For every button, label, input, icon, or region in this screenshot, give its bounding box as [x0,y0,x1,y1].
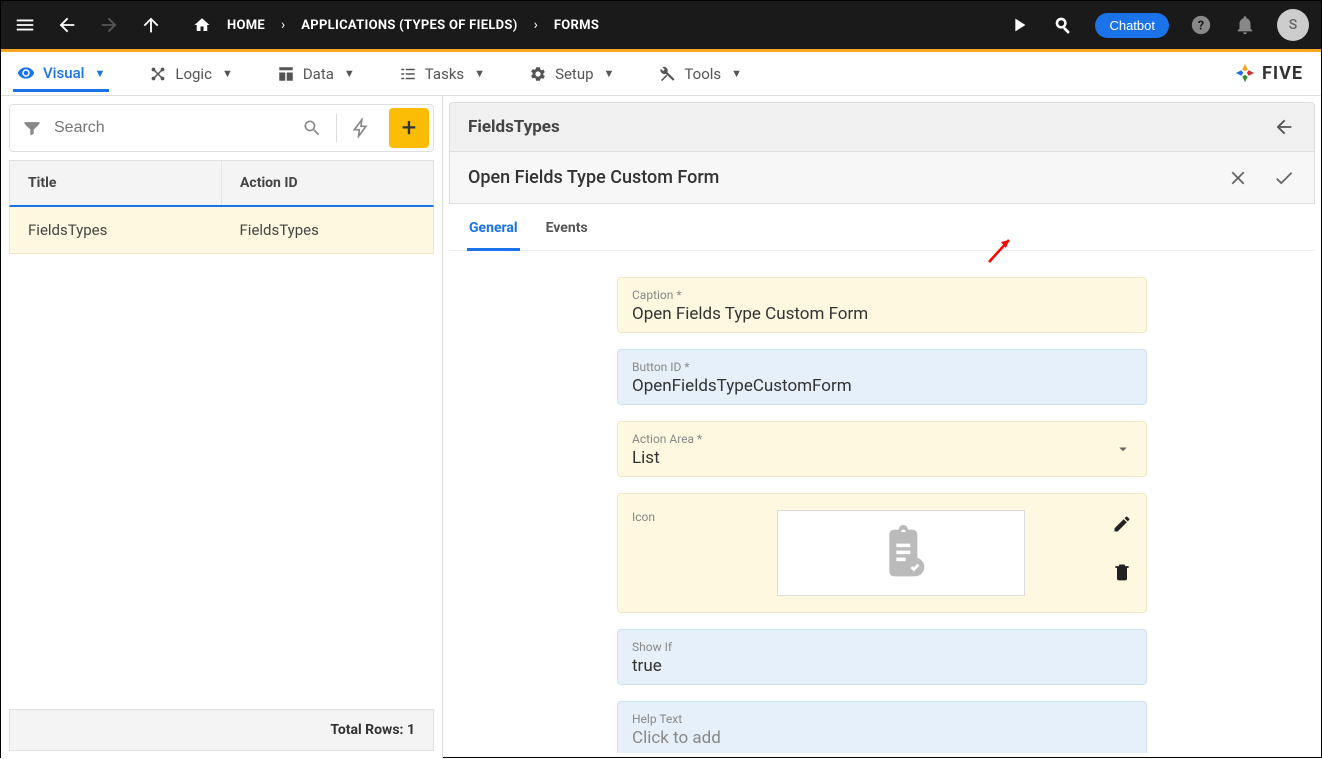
svg-text:?: ? [1198,19,1204,34]
tab-data-label: Data [303,65,334,83]
tab-visual[interactable]: Visual▼ [13,56,109,92]
add-button[interactable]: + [389,108,429,148]
chevron-right-icon: › [534,17,538,33]
forward-icon [97,13,121,37]
bell-icon[interactable] [1233,13,1257,37]
back-arrow-icon[interactable] [1272,115,1296,139]
table-row[interactable]: FieldsTypes FieldsTypes [9,207,434,254]
search-icon[interactable] [1051,13,1075,37]
field-showif-value: true [632,656,1132,676]
field-showif[interactable]: Show If true [617,629,1147,685]
up-icon[interactable] [139,13,163,37]
tab-tools[interactable]: Tools▼ [654,57,746,91]
icon-buttons [1112,510,1132,582]
breadcrumb-forms[interactable]: FORMS [554,18,599,33]
col-title[interactable]: Title [10,161,222,205]
field-buttonid[interactable]: Button ID * OpenFieldsTypeCustomForm [617,349,1147,405]
close-icon[interactable] [1226,166,1250,190]
brand-logo: FIVE [1234,62,1303,84]
detail-title: FieldsTypes [468,117,560,137]
search-row: + [9,104,434,152]
field-helptext-label: Help Text [632,712,1132,726]
top-bar: HOME › APPLICATIONS (TYPES OF FIELDS) › … [1,1,1321,52]
avatar[interactable]: S [1277,9,1309,41]
icon-preview[interactable] [777,510,1025,596]
field-helptext-value: Click to add [632,728,1132,748]
left-panel: + Title Action ID FieldsTypes FieldsType… [1,96,443,759]
form-title: Open Fields Type Custom Form [468,167,719,188]
main-tabs: Visual▼ Logic▼ Data▼ Tasks▼ Setup▼ Tools… [1,52,1321,96]
form-actions [1226,166,1296,190]
field-buttonid-label: Button ID * [632,360,1132,374]
detail-header: FieldsTypes [449,102,1315,152]
cell-actionid: FieldsTypes [222,207,434,253]
field-actionarea-label: Action Area * [632,432,1132,446]
topbar-right: Chatbot ? S [1007,9,1309,41]
chatbot-button[interactable]: Chatbot [1095,13,1169,38]
field-showif-label: Show If [632,640,1132,654]
footer-label: Total Rows: [330,722,403,738]
table-header: Title Action ID [9,160,434,207]
field-icon-label: Icon [632,510,655,524]
bolt-icon[interactable] [337,118,385,138]
clipboard-icon [873,525,929,581]
form-body: Caption * Open Fields Type Custom Form B… [449,251,1315,753]
field-caption-label: Caption * [632,288,1132,302]
tab-events[interactable]: Events [544,218,590,250]
footer-count: 1 [407,722,415,738]
tab-data[interactable]: Data▼ [273,57,359,91]
filter-icon[interactable] [10,118,54,138]
play-icon[interactable] [1007,13,1031,37]
hamburger-icon[interactable] [13,13,37,37]
field-helptext[interactable]: Help Text Click to add [617,701,1147,753]
col-actionid[interactable]: Action ID [222,161,433,205]
tab-logic[interactable]: Logic▼ [145,57,236,91]
search-icon[interactable] [288,118,336,138]
tab-general[interactable]: General [467,218,520,251]
home-icon [193,16,211,34]
tab-setup[interactable]: Setup▼ [525,57,618,91]
topbar-left: HOME › APPLICATIONS (TYPES OF FIELDS) › … [13,13,1007,37]
help-icon[interactable]: ? [1189,13,1213,37]
breadcrumb-applications[interactable]: APPLICATIONS (TYPES OF FIELDS) [301,18,517,33]
tab-tasks[interactable]: Tasks▼ [395,57,489,91]
brand-text: FIVE [1262,63,1303,84]
main-area: + Title Action ID FieldsTypes FieldsType… [1,96,1321,759]
tab-tasks-label: Tasks [425,65,464,83]
field-actionarea[interactable]: Action Area * List [617,421,1147,477]
chevron-right-icon: › [281,17,285,33]
tab-setup-label: Setup [555,65,593,83]
edit-icon[interactable] [1112,514,1132,534]
back-icon[interactable] [55,13,79,37]
chevron-down-icon [1114,440,1132,458]
form-tabs: General Events [449,204,1315,251]
field-actionarea-value: List [632,448,1132,468]
cell-title: FieldsTypes [10,207,222,253]
field-buttonid-value: OpenFieldsTypeCustomForm [632,376,1132,396]
field-caption[interactable]: Caption * Open Fields Type Custom Form [617,277,1147,333]
breadcrumb: HOME › APPLICATIONS (TYPES OF FIELDS) › … [193,16,599,34]
delete-icon[interactable] [1112,562,1132,582]
breadcrumb-home[interactable]: HOME [227,18,265,33]
tab-visual-label: Visual [43,64,84,82]
table-footer: Total Rows: 1 [9,709,434,751]
field-caption-value: Open Fields Type Custom Form [632,304,1132,324]
check-icon[interactable] [1272,166,1296,190]
tab-logic-label: Logic [175,65,212,83]
search-input[interactable] [54,119,288,137]
tab-tools-label: Tools [684,65,721,83]
form-header: Open Fields Type Custom Form [449,152,1315,204]
right-panel: FieldsTypes Open Fields Type Custom Form… [443,96,1321,759]
field-icon: Icon [617,493,1147,613]
